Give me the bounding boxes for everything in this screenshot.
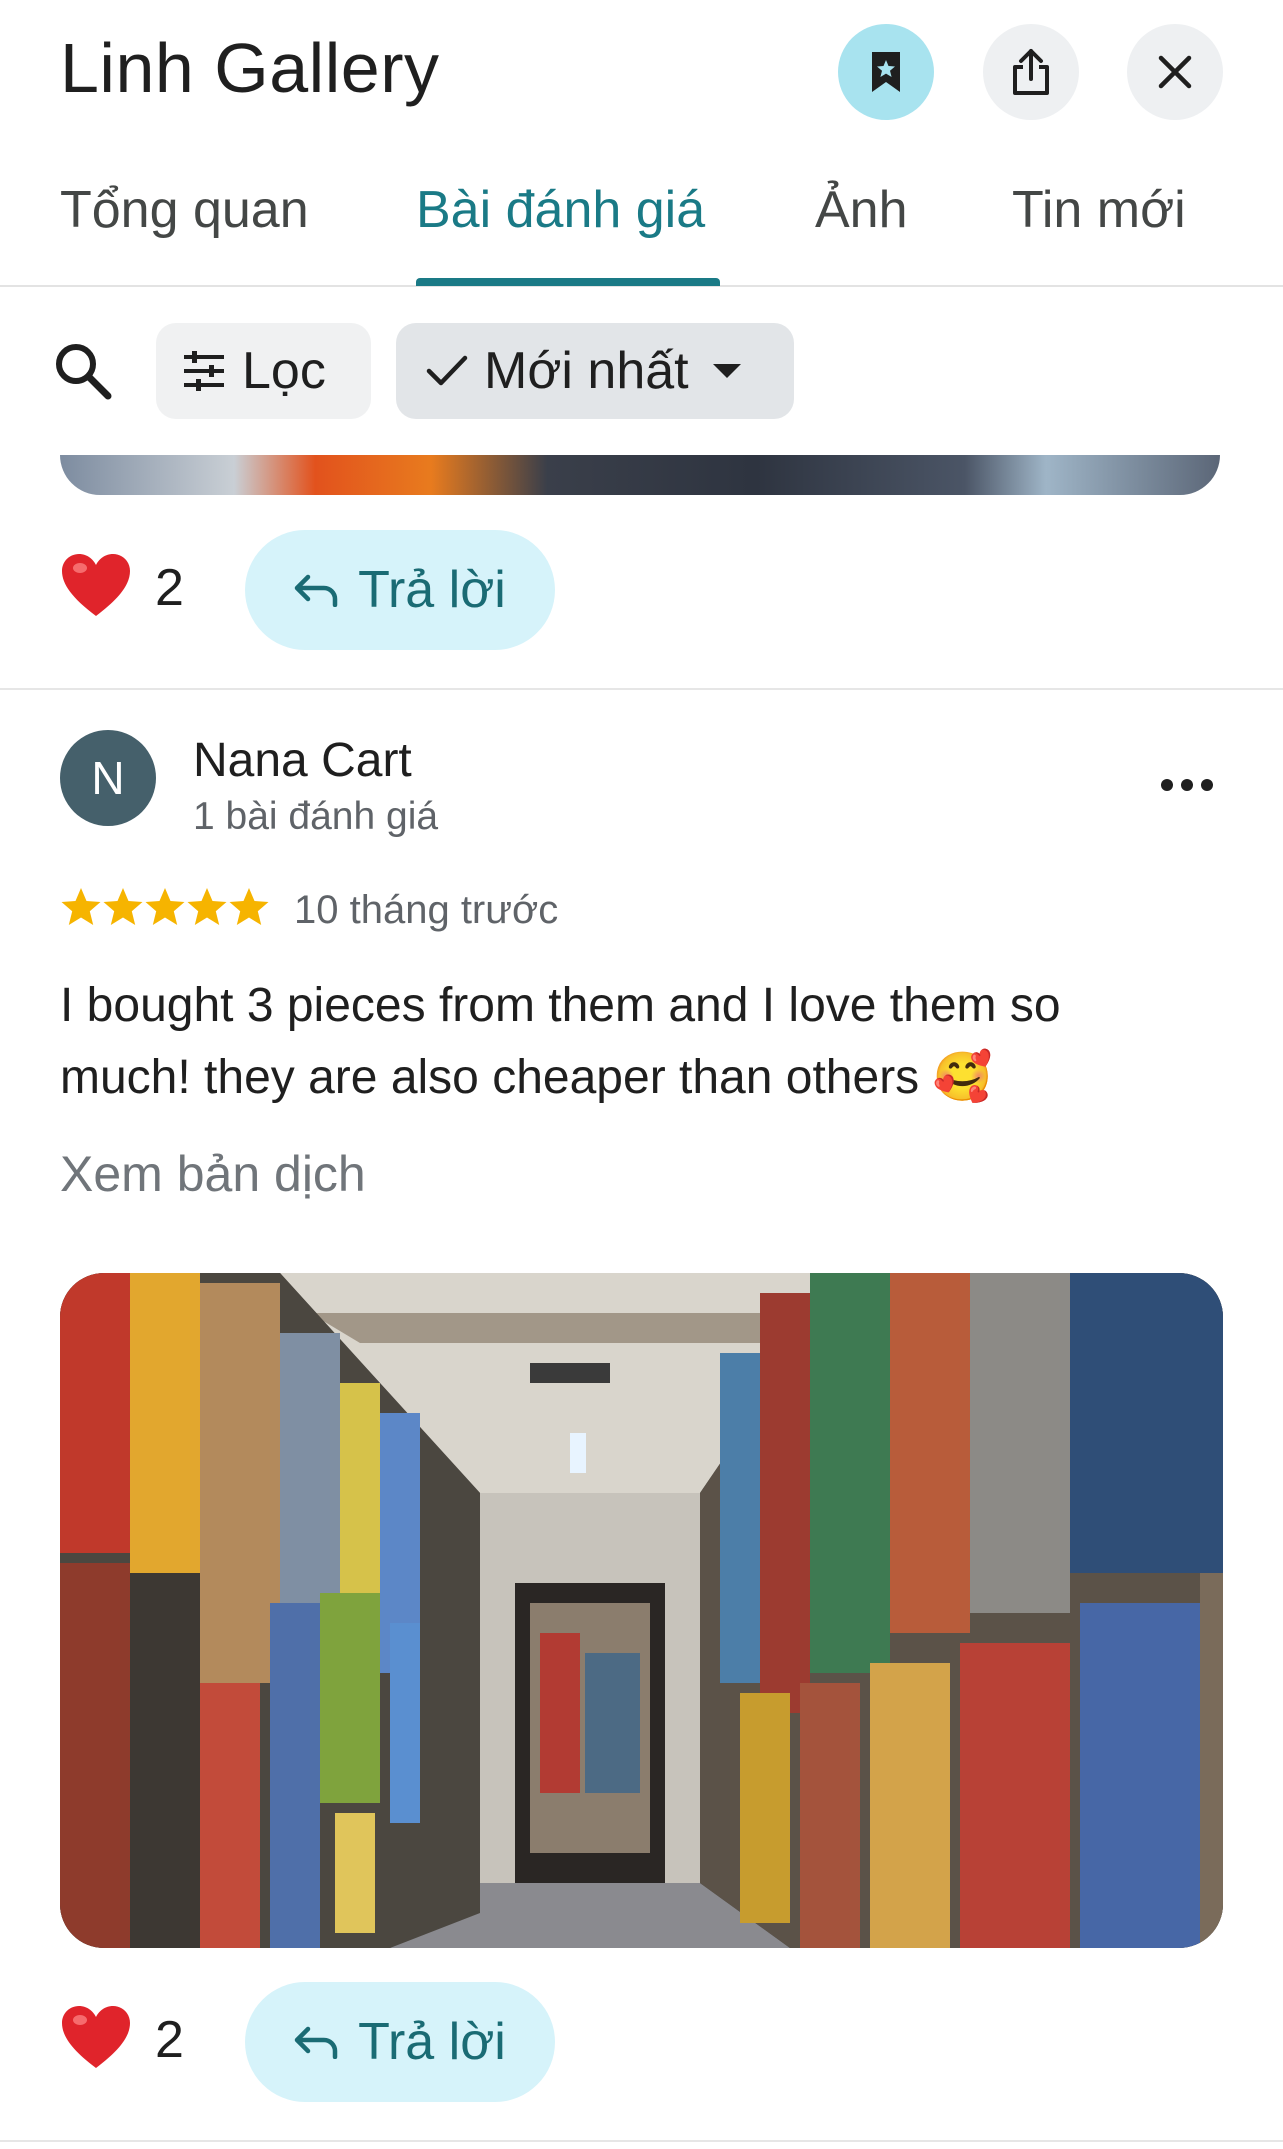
divider: [0, 688, 1283, 690]
previous-review-actions: 2 Trả lời: [60, 530, 1220, 650]
tab-photos[interactable]: Ảnh: [815, 180, 908, 240]
tab-updates[interactable]: Tin mới: [1012, 180, 1186, 240]
star-icon: [145, 888, 185, 925]
heart-icon[interactable]: [60, 552, 132, 618]
save-button[interactable]: [838, 24, 934, 120]
reply-button[interactable]: Trả lời: [245, 530, 555, 650]
gallery-corridor-image: [60, 1273, 1223, 1948]
star-icon: [61, 888, 101, 925]
share-button[interactable]: [983, 24, 1079, 120]
place-title: Linh Gallery: [60, 29, 440, 107]
reply-arrow-icon: [294, 2026, 338, 2059]
close-icon: [1158, 55, 1192, 89]
like-count: 2: [155, 559, 184, 617]
share-icon: [1013, 49, 1049, 95]
review-actions: 2 Trả lời: [60, 1982, 1220, 2102]
like-count: 2: [155, 2011, 184, 2069]
previous-review-photo[interactable]: [60, 455, 1220, 495]
heart-icon[interactable]: [60, 2004, 132, 2070]
place-sheet: Linh Gallery Tổng quan Bài đánh giá Ảnh …: [0, 0, 1283, 2149]
tab-overview[interactable]: Tổng quan: [60, 180, 309, 240]
reply-arrow-icon: [294, 574, 338, 607]
search-icon[interactable]: [52, 340, 114, 402]
active-tab-indicator: [416, 278, 720, 286]
filter-label: Lọc: [242, 342, 326, 400]
sort-label: Mới nhất: [484, 342, 689, 400]
divider: [0, 2140, 1283, 2142]
check-icon: [426, 355, 468, 386]
translate-link[interactable]: Xem bản dịch: [60, 1145, 366, 1203]
sort-dropdown[interactable]: Mới nhất: [396, 323, 794, 419]
tab-bar: Tổng quan Bài đánh giá Ảnh Tin mới: [0, 150, 1283, 287]
star-icon: [103, 888, 143, 925]
tune-icon: [184, 351, 224, 391]
bookmark-icon: [872, 52, 900, 92]
reply-label: Trả lời: [358, 2013, 506, 2071]
avatar[interactable]: N: [60, 730, 156, 826]
tab-reviews[interactable]: Bài đánh giá: [416, 180, 705, 240]
chevron-down-icon: [712, 364, 741, 378]
star-icon: [187, 888, 227, 925]
star-rating: [61, 888, 269, 925]
review-time: 10 tháng trước: [294, 888, 559, 932]
review-text: I bought 3 pieces from them and I love t…: [60, 979, 1061, 1104]
review-author[interactable]: Nana Cart: [193, 733, 412, 788]
review-photo[interactable]: [60, 1273, 1223, 1948]
close-button[interactable]: [1127, 24, 1223, 120]
filter-button[interactable]: Lọc: [156, 323, 371, 419]
reply-label: Trả lời: [358, 561, 506, 619]
author-review-count: 1 bài đánh giá: [193, 795, 439, 838]
star-icon: [229, 888, 269, 925]
more-options-icon[interactable]: [1160, 770, 1214, 800]
reply-button[interactable]: Trả lời: [245, 1982, 555, 2102]
